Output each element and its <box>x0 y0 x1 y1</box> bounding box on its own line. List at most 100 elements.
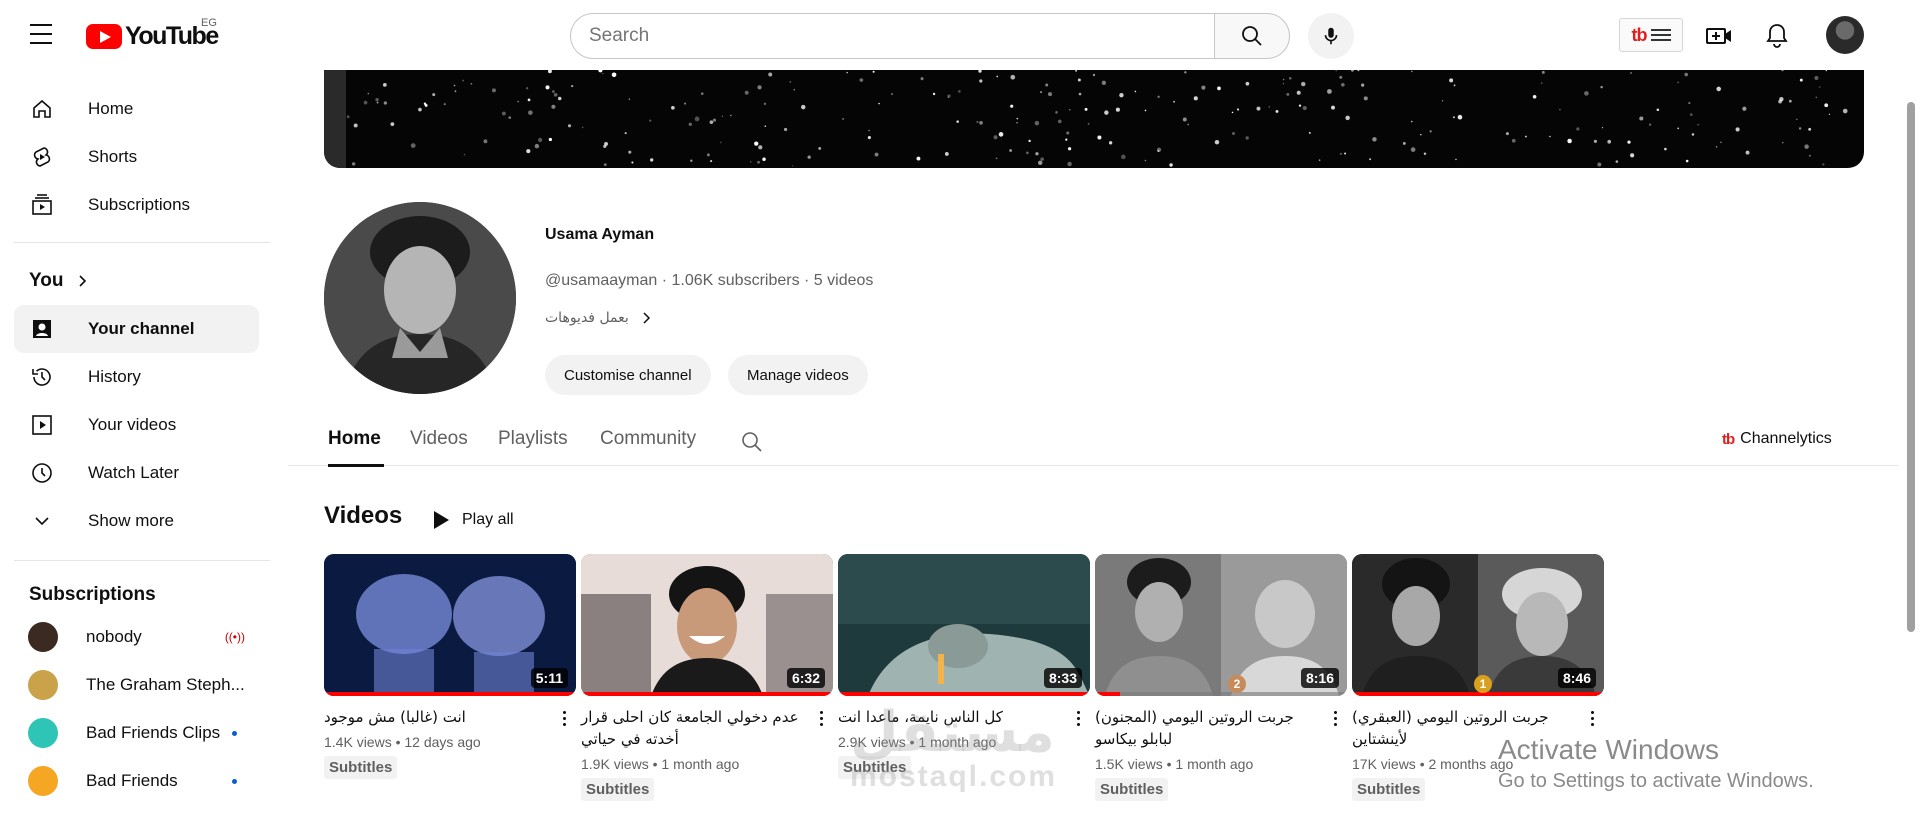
banner-star <box>1040 91 1043 94</box>
menu-icon[interactable] <box>30 24 54 44</box>
banner-star <box>956 120 959 123</box>
voice-search-button[interactable] <box>1308 13 1354 59</box>
sidebar-item-history[interactable]: History <box>14 353 259 401</box>
search-button[interactable] <box>1214 13 1290 59</box>
banner-star <box>1828 113 1831 115</box>
banner-star <box>1677 127 1680 130</box>
sidebar-subscription-bad-friends[interactable]: Bad Friends <box>14 757 259 805</box>
sidebar-item-your-videos[interactable]: Your videos <box>14 401 259 449</box>
banner-star <box>1047 92 1053 97</box>
youtube-logo[interactable]: YouTube <box>86 22 219 51</box>
banner-star <box>1781 70 1784 72</box>
banner-star <box>1361 83 1365 87</box>
sidebar-item-label: History <box>88 367 141 386</box>
video-card[interactable]: 6:32 عدم دخولي الجامعة كان احلى قرار أخد… <box>581 554 833 801</box>
banner-star <box>1214 139 1220 145</box>
sidebar-item-show-more[interactable]: Show more <box>14 497 259 545</box>
subscriptions-heading-label: Subscriptions <box>29 584 156 605</box>
tab-home[interactable]: Home <box>328 428 381 450</box>
video-title[interactable]: انت (غالبا) مش موجود <box>324 706 554 728</box>
more-actions-icon[interactable] <box>1068 706 1088 730</box>
banner-star <box>1331 105 1335 110</box>
banner-star <box>1067 161 1072 167</box>
banner-star <box>842 118 844 120</box>
manage-videos-button[interactable]: Manage videos <box>728 355 868 395</box>
video-duration: 8:16 <box>1300 668 1339 688</box>
banner-star <box>1630 153 1635 158</box>
tab-playlists[interactable]: Playlists <box>498 428 568 450</box>
video-title[interactable]: عدم دخولي الجامعة كان احلى قرار أخدته في… <box>581 706 811 750</box>
more-actions-icon[interactable] <box>1325 706 1345 730</box>
channel-description-link[interactable]: بعمل فديوهات <box>545 310 655 326</box>
banner-star <box>1745 150 1750 155</box>
play-all-button[interactable]: Play all <box>424 506 522 534</box>
video-thumbnail[interactable]: 8:33 <box>838 554 1090 696</box>
banner-star <box>534 143 540 149</box>
scrollbar-thumb[interactable] <box>1907 102 1915 632</box>
sidebar-subscription-nobody[interactable]: nobody ((•)) <box>14 613 259 661</box>
banner-star <box>1808 127 1812 131</box>
banner-star <box>1691 133 1695 136</box>
country-code: EG <box>201 17 217 29</box>
video-thumbnail[interactable]: 1 8:46 <box>1352 554 1604 696</box>
banner-star <box>526 149 531 154</box>
tubebuddy-button[interactable]: tb <box>1619 18 1683 52</box>
sidebar-item-your-channel[interactable]: Your channel <box>14 305 259 353</box>
channel-handle: @usamaayman <box>545 272 658 289</box>
banner-star <box>958 90 961 93</box>
tab-videos[interactable]: Videos <box>410 428 468 450</box>
banner-star <box>1282 83 1285 85</box>
tab-community[interactable]: Community <box>600 428 696 450</box>
banner-star <box>1077 78 1081 82</box>
you-section-heading[interactable]: You <box>29 270 93 292</box>
create-video-button[interactable] <box>1704 21 1734 51</box>
sidebar-item-label: Watch Later <box>88 463 180 482</box>
customise-channel-button[interactable]: Customise channel <box>545 355 711 395</box>
banner-star <box>453 84 456 87</box>
video-thumbnail[interactable]: 6:32 <box>581 554 833 696</box>
banner-star <box>1648 123 1652 126</box>
page-scrollbar[interactable] <box>1902 70 1920 816</box>
channel-avatar <box>28 718 58 748</box>
account-avatar[interactable] <box>1826 16 1864 54</box>
sidebar-item-subscriptions[interactable]: Subscriptions <box>14 181 259 229</box>
more-actions-icon[interactable] <box>811 706 831 730</box>
sidebar-item-watch-later[interactable]: Watch Later <box>14 449 259 497</box>
banner-star <box>995 157 998 160</box>
portrait-image <box>324 202 516 394</box>
banner-star <box>1798 127 1802 130</box>
sidebar-subscription-graham[interactable]: The Graham Steph... <box>14 661 259 709</box>
banner-star <box>712 118 717 122</box>
active-tab-indicator <box>328 464 384 467</box>
video-card[interactable]: 5:11 انت (غالبا) مش موجود 1.4K views • 1… <box>324 554 576 779</box>
video-thumbnail[interactable]: 5:11 <box>324 554 576 696</box>
video-title[interactable]: جربت الروتين اليومي (المجنون) لبابلو بيك… <box>1095 706 1325 750</box>
banner-star <box>501 111 506 116</box>
video-duration: 8:33 <box>1043 668 1082 688</box>
banner-star <box>1540 82 1543 85</box>
more-actions-icon[interactable] <box>554 706 574 730</box>
upload-age: 1 month ago <box>1175 756 1254 772</box>
view-count: 1.5K views <box>1095 756 1163 772</box>
banner-star <box>762 157 766 162</box>
sidebar-subscription-bad-friends-clips[interactable]: Bad Friends Clips <box>14 709 259 757</box>
sidebar-item-label: Bad Friends Clips <box>86 723 221 742</box>
sidebar-item-home[interactable]: Home <box>14 85 259 133</box>
banner-star <box>611 72 617 78</box>
search-input[interactable] <box>570 13 1214 59</box>
banner-star <box>859 78 864 82</box>
channel-search-button[interactable] <box>740 430 764 459</box>
sidebar-item-shorts[interactable]: Shorts <box>14 133 259 181</box>
banner-star <box>1066 131 1070 135</box>
video-card[interactable]: 2 8:16 جربت الروتين اليومي (المجنون) لبا… <box>1095 554 1347 801</box>
microphone-icon <box>1324 27 1338 45</box>
video-thumbnail[interactable]: 2 8:16 <box>1095 554 1347 696</box>
banner-star <box>624 132 627 135</box>
channelytics-button[interactable]: tb Channelytics <box>1722 430 1832 448</box>
banner-star <box>932 92 936 96</box>
banner-star <box>1716 86 1721 92</box>
notifications-button[interactable] <box>1762 20 1792 50</box>
watch-later-icon <box>30 461 54 485</box>
banner-star <box>1825 70 1828 72</box>
more-actions-icon[interactable] <box>1582 706 1602 730</box>
